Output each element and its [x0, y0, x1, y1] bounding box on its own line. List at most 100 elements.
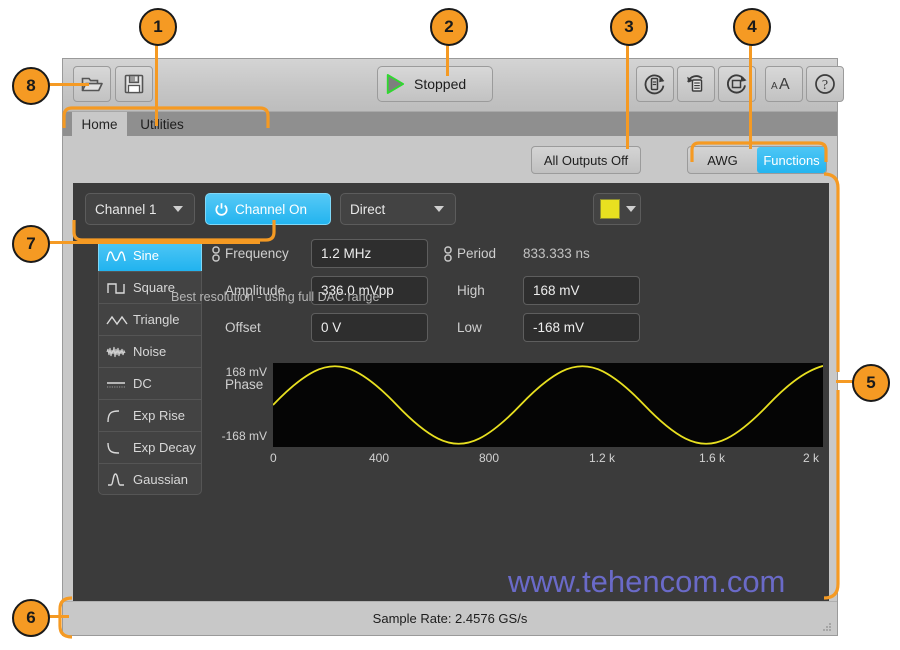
route-select-value: Direct	[350, 201, 386, 217]
dc-level-icon	[107, 381, 125, 387]
callout-badge-3: 3	[610, 8, 648, 46]
callout-number: 2	[444, 17, 454, 36]
x-axis-tick-0: 0	[270, 451, 277, 465]
waveform-label: Exp Decay	[133, 440, 196, 455]
callout-brace-1	[62, 106, 270, 128]
callout-badge-5: 5	[852, 364, 890, 402]
callout-number: 6	[26, 608, 36, 627]
x-axis-tick-1: 400	[369, 451, 390, 465]
callout-number: 8	[26, 76, 36, 95]
waveform-label: Square	[133, 280, 175, 295]
waveform-label: DC	[133, 376, 152, 391]
offset-input[interactable]: 0 V	[311, 313, 428, 342]
period-value: 833.333 ns	[523, 246, 590, 261]
all-outputs-off-label: All Outputs Off	[543, 152, 629, 168]
x-axis-tick-5: 2 k	[803, 451, 820, 465]
play-triangle-icon	[385, 72, 405, 96]
link-lock-icon[interactable]	[443, 246, 453, 262]
chevron-down-icon	[173, 206, 183, 212]
callout-badge-6: 6	[12, 599, 50, 637]
parameter-row-frequency: Frequency 1.2 MHz Period 833.333 ns	[211, 239, 681, 276]
status-bar: Sample Rate: 2.4576 GS/s	[63, 601, 837, 635]
waveform-label: Sine	[133, 248, 160, 263]
channel-select-value: Channel 1	[95, 201, 157, 217]
refresh-document-icon	[687, 75, 703, 92]
callout-number: 4	[747, 17, 757, 36]
offset-label: Offset	[225, 320, 261, 335]
low-label: Low	[457, 320, 482, 335]
high-value: 168 mV	[533, 283, 580, 298]
callout-leader-4	[749, 36, 752, 149]
refresh-window-icon	[726, 74, 747, 94]
all-outputs-off-button[interactable]: All Outputs Off	[531, 146, 641, 174]
sine-trace	[273, 365, 823, 445]
waveform-item-triangle[interactable]: Triangle	[98, 303, 202, 335]
svg-text:?: ?	[822, 78, 828, 93]
callout-badge-2: 2	[430, 8, 468, 46]
waveform-item-noise[interactable]: Noise	[98, 335, 202, 367]
waveform-label: Noise	[133, 344, 167, 359]
frequency-value: 1.2 MHz	[321, 246, 372, 261]
offset-value: 0 V	[321, 320, 342, 335]
color-swatch	[600, 199, 620, 219]
question-mark-icon: ?	[815, 74, 835, 94]
refresh-device-icon	[644, 74, 665, 95]
period-label: Period	[457, 246, 497, 261]
waveform-label: Triangle	[133, 312, 180, 327]
refresh-document-button[interactable]	[677, 66, 715, 102]
run-stop-button[interactable]: Stopped	[377, 66, 493, 102]
waveform-item-exp-rise[interactable]: Exp Rise	[98, 399, 202, 431]
route-select[interactable]: Direct	[340, 193, 456, 225]
power-icon	[214, 202, 229, 217]
waveform-item-dc[interactable]: DC	[98, 367, 202, 399]
callout-badge-1: 1	[139, 8, 177, 46]
waveform-label: Gaussian	[133, 471, 188, 487]
callout-brace-7	[72, 220, 276, 242]
svg-text:A: A	[779, 76, 790, 93]
chevron-down-icon	[626, 206, 636, 212]
link-lock-icon[interactable]	[211, 246, 221, 262]
save-file-button[interactable]	[115, 66, 153, 102]
callout-number: 5	[866, 373, 876, 392]
waveform-label: Exp Rise	[133, 408, 186, 423]
callout-brace-5	[823, 172, 840, 600]
resolution-note: Best resolution - using full DAC range	[171, 290, 380, 304]
parameter-row-offset: Offset 0 V Low -168 mV	[211, 313, 681, 350]
low-input[interactable]: -168 mV	[523, 313, 640, 342]
svg-text:A: A	[771, 81, 778, 92]
noise-wave-icon	[106, 346, 126, 357]
x-axis-tick-3: 1.2 k	[589, 451, 616, 465]
waveform-item-exp-decay[interactable]: Exp Decay	[98, 431, 202, 463]
waveform-preview: 168 mV -168 mV 0 400 800 1.2 k 1.6 k 2 k	[211, 363, 823, 467]
waveform-type-list: Sine Square Triangle Noise DC Exp Rise E…	[98, 239, 202, 495]
floppy-save-icon	[124, 74, 144, 94]
resize-grip-icon[interactable]	[820, 620, 832, 632]
trace-color-picker[interactable]	[593, 193, 641, 225]
low-value: -168 mV	[533, 320, 585, 335]
callout-leader-3	[626, 36, 629, 149]
font-size-icon: A A	[771, 76, 790, 93]
help-button[interactable]: ?	[806, 66, 844, 102]
exp-decay-icon	[107, 442, 120, 454]
frequency-input[interactable]: 1.2 MHz	[311, 239, 428, 268]
waveform-item-gaussian[interactable]: Gaussian	[98, 463, 202, 495]
sine-wave-icon	[106, 250, 126, 261]
callout-brace-6	[58, 596, 73, 639]
y-axis-tick-max: 168 mV	[225, 365, 267, 379]
callout-badge-4: 4	[733, 8, 771, 46]
callout-brace-4	[690, 141, 828, 162]
sample-rate-label: Sample Rate: 2.4576 GS/s	[372, 611, 528, 626]
site-watermark: www.tehencom.com	[508, 564, 786, 599]
triangle-wave-icon	[106, 315, 128, 325]
callout-number: 3	[624, 17, 634, 36]
gaussian-wave-icon	[108, 473, 124, 486]
y-axis-tick-min: -168 mV	[221, 429, 267, 443]
refresh-instrument-button[interactable]	[636, 66, 674, 102]
x-axis-tick-2: 800	[479, 451, 500, 465]
callout-badge-7: 7	[12, 225, 50, 263]
high-input[interactable]: 168 mV	[523, 276, 640, 305]
callout-badge-8: 8	[12, 67, 50, 105]
callout-number: 1	[153, 17, 163, 36]
callout-leader-8	[47, 83, 89, 86]
font-size-button[interactable]: A A	[765, 66, 803, 102]
